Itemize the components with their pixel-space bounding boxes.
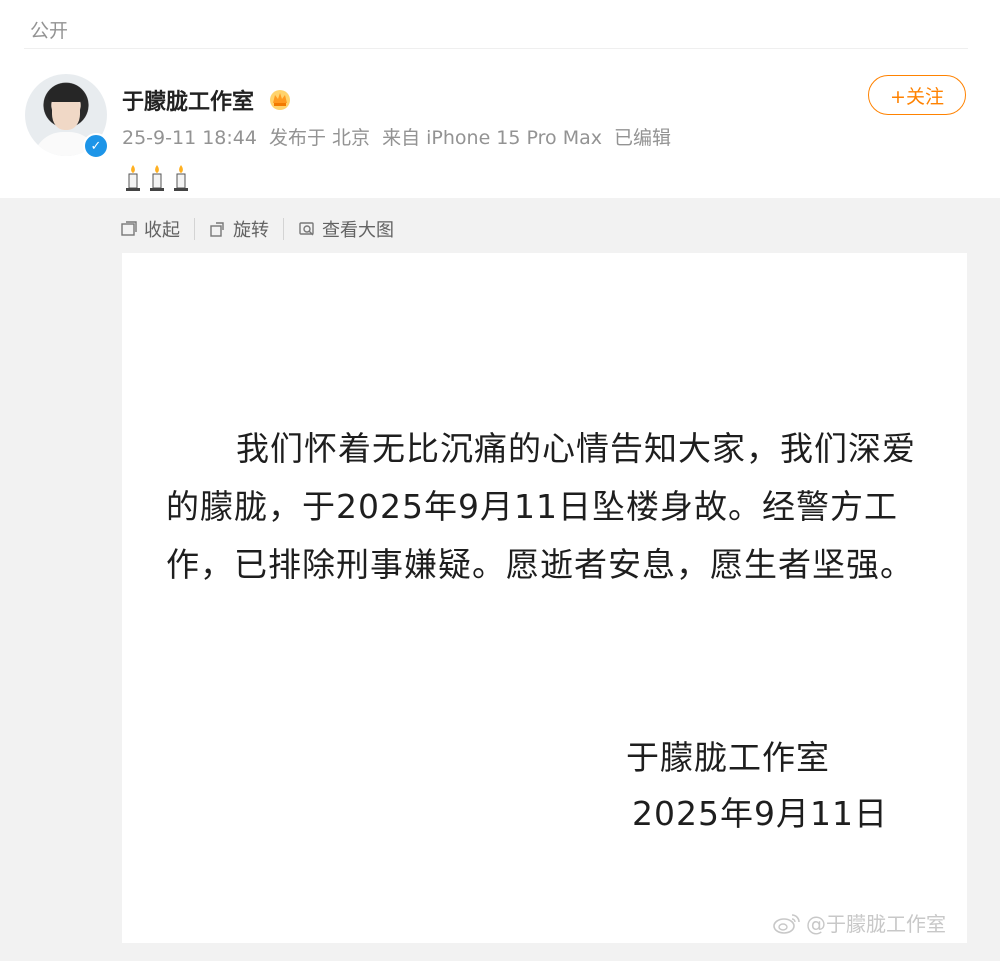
rotate-button[interactable]: 旋转 bbox=[209, 216, 269, 242]
crown-icon bbox=[270, 90, 290, 110]
post-source: 来自 iPhone 15 Pro Max bbox=[382, 127, 602, 149]
visibility-label: 公开 bbox=[30, 20, 69, 42]
magnify-image-icon bbox=[299, 222, 314, 236]
rotate-icon bbox=[210, 222, 224, 237]
collapse-icon bbox=[121, 221, 137, 236]
watermark-text: @于朦胧工作室 bbox=[806, 912, 946, 936]
view-large-button[interactable]: 查看大图 bbox=[298, 216, 394, 242]
post-edited[interactable]: 已编辑 bbox=[614, 127, 671, 149]
statement-text: 我们怀着无比沉痛的心情告知大家，我们深爱的朦胧，于2025年9月11日坠楼身故。… bbox=[166, 429, 916, 584]
post-image[interactable]: 我们怀着无比沉痛的心情告知大家，我们深爱的朦胧，于2025年9月11日坠楼身故。… bbox=[122, 253, 967, 943]
watermark: @于朦胧工作室 bbox=[772, 908, 946, 937]
verified-icon: ✓ bbox=[83, 133, 109, 159]
author-name[interactable]: 于朦胧工作室 bbox=[122, 84, 254, 116]
candle-icon bbox=[126, 165, 140, 191]
view-large-label: 查看大图 bbox=[322, 220, 394, 241]
post-text-emoji bbox=[122, 163, 192, 193]
post-time[interactable]: 25-9-11 18:44 bbox=[122, 127, 257, 149]
toolbar-divider bbox=[283, 218, 284, 240]
candle-icon bbox=[174, 165, 188, 191]
follow-button[interactable]: +关注 bbox=[868, 75, 966, 115]
rotate-label: 旋转 bbox=[233, 220, 269, 241]
media-toolbar: 收起 旋转 查看大图 bbox=[120, 216, 394, 242]
divider bbox=[24, 48, 968, 49]
signature-date: 2025年9月11日 bbox=[632, 794, 888, 833]
post-location: 发布于 北京 bbox=[269, 127, 371, 149]
collapse-label: 收起 bbox=[144, 220, 180, 241]
collapse-button[interactable]: 收起 bbox=[120, 216, 180, 242]
post-meta: 25-9-11 18:44 发布于 北京 来自 iPhone 15 Pro Ma… bbox=[122, 123, 677, 150]
avatar-hair bbox=[48, 84, 84, 102]
post-card: 公开 ✓ 于朦胧工作室 25-9-11 18:44 发布于 北京 来自 iPho… bbox=[0, 0, 1000, 961]
weibo-logo-icon bbox=[773, 913, 800, 934]
candle-icon bbox=[150, 165, 164, 191]
toolbar-divider bbox=[194, 218, 195, 240]
signature-name: 于朦胧工作室 bbox=[626, 738, 830, 777]
